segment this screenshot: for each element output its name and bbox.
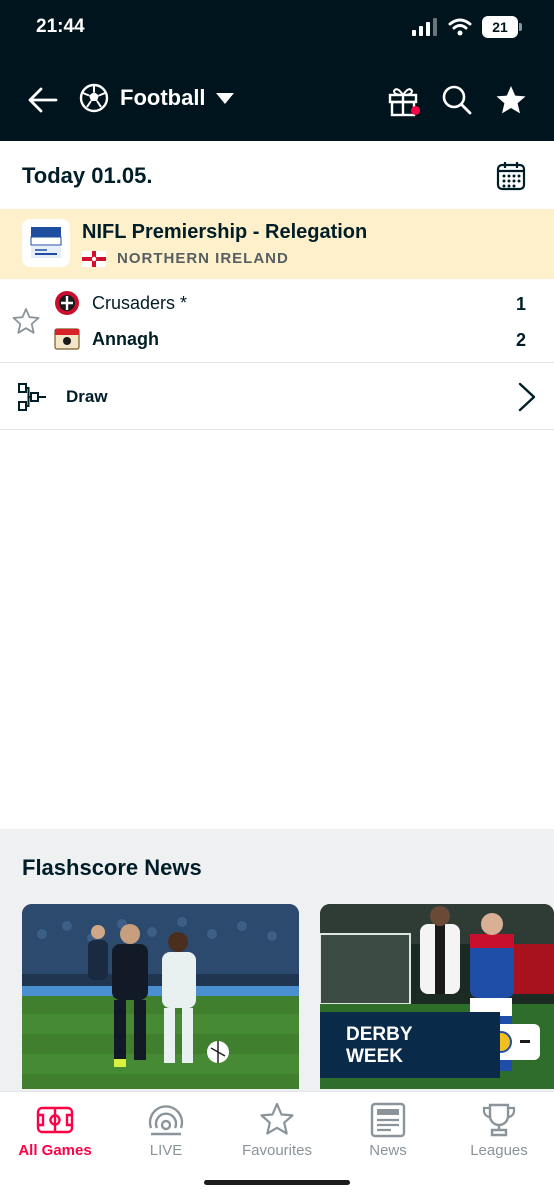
tab-all-games[interactable]: All Games bbox=[0, 1102, 110, 1162]
search-icon[interactable] bbox=[441, 84, 473, 116]
news-card[interactable]: DERBY WEEK bbox=[320, 904, 554, 1089]
news-section-title: Flashscore News bbox=[22, 855, 202, 880]
home-team-name: Crusaders * bbox=[92, 293, 188, 313]
league-header[interactable]: NIFL Premiership - Relegation NORTHERN I… bbox=[0, 209, 554, 279]
sport-selector[interactable]: Football bbox=[120, 85, 206, 111]
annagh-crest-icon bbox=[54, 328, 80, 350]
status-time: 21:44 bbox=[36, 16, 85, 37]
news-image-match-photo bbox=[22, 904, 299, 1089]
tab-label: Leagues bbox=[470, 1142, 528, 1159]
league-name[interactable]: NIFL Premiership - Relegation bbox=[82, 221, 367, 244]
draw-label[interactable]: Draw bbox=[66, 387, 108, 407]
pitch-icon bbox=[36, 1106, 74, 1134]
tab-label: LIVE bbox=[149, 1142, 183, 1159]
trophy-icon bbox=[482, 1103, 516, 1137]
bracket-icon bbox=[18, 383, 46, 411]
match-row[interactable]: Crusaders * 1 Annagh 2 bbox=[0, 279, 554, 363]
date-label: Today 01.05. bbox=[22, 163, 153, 188]
banner-line-2: WEEK bbox=[346, 1046, 403, 1067]
derby-week-banner: DERBY WEEK bbox=[320, 1012, 500, 1078]
crusaders-crest-icon bbox=[55, 291, 79, 315]
home-score: 1 bbox=[515, 294, 526, 314]
wifi-icon bbox=[448, 18, 472, 36]
draw-row[interactable]: Draw bbox=[0, 363, 554, 430]
star-icon bbox=[260, 1102, 294, 1135]
caret-down-icon[interactable] bbox=[216, 93, 234, 104]
tab-label: Favourites bbox=[241, 1142, 313, 1159]
calendar-icon[interactable] bbox=[496, 161, 526, 191]
back-arrow-icon[interactable] bbox=[26, 83, 60, 117]
tab-favourites[interactable]: Favourites bbox=[222, 1102, 332, 1162]
tab-label: All Games bbox=[18, 1142, 92, 1159]
tab-label: News bbox=[369, 1142, 407, 1159]
away-team-name: Annagh bbox=[92, 329, 159, 349]
football-icon[interactable] bbox=[79, 83, 109, 113]
home-indicator bbox=[204, 1180, 350, 1185]
signal-icon bbox=[412, 18, 437, 36]
news-card[interactable] bbox=[22, 904, 299, 1089]
favourite-star-outline-icon[interactable] bbox=[12, 307, 40, 335]
app-header: 21:44 21 Football bbox=[0, 0, 554, 141]
tab-live[interactable]: LIVE bbox=[111, 1102, 221, 1162]
newspaper-icon bbox=[370, 1102, 406, 1138]
news-section: Flashscore News DERBY WEEK bbox=[0, 829, 554, 1091]
northern-ireland-flag-icon bbox=[82, 251, 106, 267]
league-country: NORTHERN IRELAND bbox=[117, 250, 289, 267]
nav-row: Football bbox=[0, 74, 554, 124]
battery-indicator: 21 bbox=[482, 16, 522, 38]
league-logo bbox=[22, 219, 70, 267]
tab-leagues[interactable]: Leagues bbox=[444, 1102, 554, 1162]
banner-line-1: DERBY bbox=[346, 1024, 413, 1045]
tab-news[interactable]: News bbox=[333, 1102, 443, 1162]
date-row: Today 01.05. bbox=[0, 141, 554, 209]
live-icon bbox=[148, 1105, 184, 1136]
favourites-star-icon[interactable] bbox=[495, 84, 527, 116]
status-indicators: 21 bbox=[412, 16, 522, 38]
league-logo-icon bbox=[30, 227, 62, 258]
chevron-right-icon[interactable] bbox=[516, 382, 538, 412]
away-score: 2 bbox=[515, 330, 526, 350]
notification-dot bbox=[411, 106, 420, 115]
